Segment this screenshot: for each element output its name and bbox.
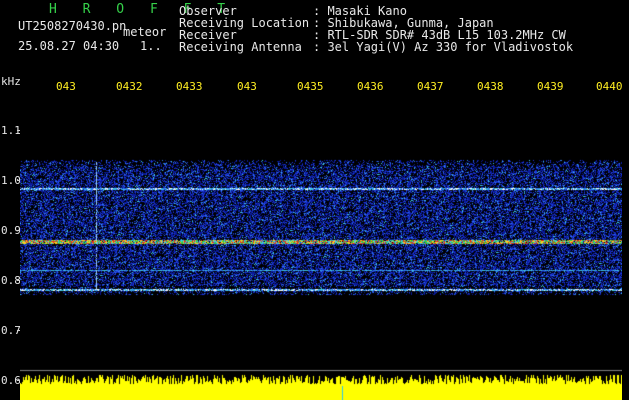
file-datetime: 25.08.27 04:30 (18, 39, 120, 53)
time-tick-label: 0437 (417, 80, 444, 93)
file-type: meteor (123, 25, 167, 39)
time-tick-label: 0439 (537, 80, 564, 93)
time-tick-label: 0438 (477, 80, 504, 93)
time-tick-label: 0435 (297, 80, 324, 93)
unit-label: kHz (1, 75, 21, 88)
file-name: UT2508270430.pn (18, 19, 127, 33)
spectrogram-display (20, 100, 622, 400)
time-tick-label: 0436 (357, 80, 384, 93)
time-tick-label: 043 (56, 80, 76, 93)
antenna-label: Receiving Antenna (179, 40, 302, 54)
antenna-value: : 3el Yagi(V) Az 330 for Vladivostok (313, 40, 574, 54)
time-tick-label: 0432 (116, 80, 143, 93)
time-tick-label: 0440 (596, 80, 623, 93)
time-tick-label: 0433 (176, 80, 203, 93)
time-tick-label: 043 (237, 80, 257, 93)
file-extra: 1.. (140, 39, 162, 53)
